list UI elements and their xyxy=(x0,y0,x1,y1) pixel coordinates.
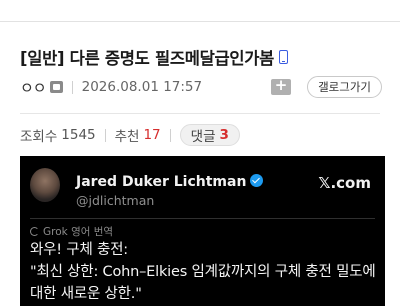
stats-separator xyxy=(104,128,106,142)
mobile-icon xyxy=(279,50,289,64)
post-date: 2026.08.01 17:57 xyxy=(81,79,203,95)
recommend-count: 17 xyxy=(143,127,161,143)
post-title-row: [일반] 다른 증명도 필즈메달급인가봄 xyxy=(20,45,289,69)
post-meta: ㅇㅇ 2026.08.01 17:57 갤로그가기 xyxy=(20,76,382,98)
views-count: 1545 xyxy=(61,127,96,143)
top-divider xyxy=(0,0,400,22)
comments-button[interactable]: 댓글 3 xyxy=(179,124,240,146)
tweet-author: Jared Duker Lichtman xyxy=(76,174,264,190)
post-title: [일반] 다른 증명도 필즈메달급인가봄 xyxy=(20,49,275,68)
stats-separator xyxy=(169,128,171,142)
recommend-label: 추천 xyxy=(114,129,140,145)
author-nick[interactable]: ㅇㅇ xyxy=(20,77,47,98)
tweet-text-line: 와우! 구체 충전: xyxy=(30,242,128,258)
verified-icon xyxy=(250,174,264,187)
refresh-icon xyxy=(30,227,39,236)
post-stats: 조회수 1545 추천 17 댓글 3 xyxy=(20,124,240,146)
nick-icon xyxy=(49,81,63,93)
meta-separator xyxy=(71,80,73,94)
views-label: 조회수 xyxy=(20,129,58,145)
scrap-icon[interactable] xyxy=(271,76,292,95)
gallog-button[interactable]: 갤로그가기 xyxy=(307,76,382,98)
tweet-text-line: "최신 상한: Cohn–Elkies 임계값까지의 구체 충전 밀도에 xyxy=(30,264,376,280)
tweet-divider xyxy=(30,218,375,219)
tweet-author-name: Jared Duker Lichtman xyxy=(76,174,247,190)
tweet-handle: @jdlichtman xyxy=(76,193,155,208)
comments-count: 3 xyxy=(219,127,229,143)
translation-note: Grok 영어 번역 xyxy=(30,224,113,239)
meta-divider xyxy=(20,113,380,114)
comments-label: 댓글 xyxy=(190,129,216,145)
embedded-tweet[interactable]: Jared Duker Lichtman @jdlichtman 𝕏.com G… xyxy=(20,156,385,306)
translation-note-text: Grok 영어 번역 xyxy=(43,226,114,238)
tweet-source[interactable]: 𝕏.com xyxy=(318,174,371,192)
avatar xyxy=(30,168,60,202)
